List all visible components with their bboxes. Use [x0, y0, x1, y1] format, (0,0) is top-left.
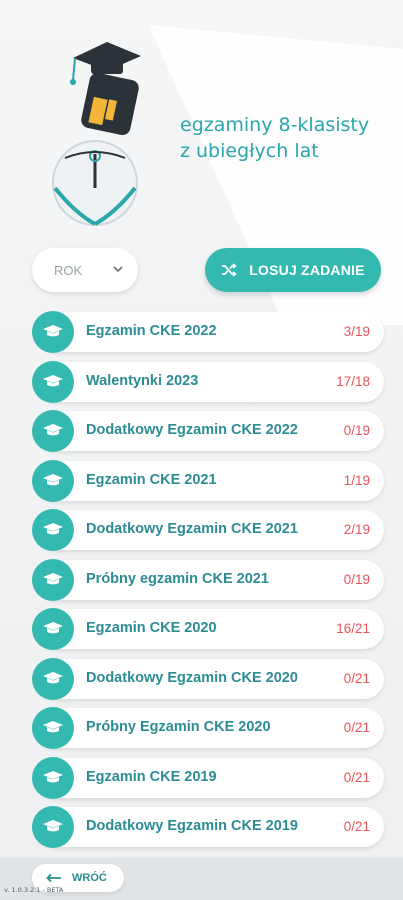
- back-label: WRÓĆ: [72, 872, 107, 884]
- exam-score: 2/19: [343, 522, 370, 537]
- random-task-button[interactable]: LOSUJ ZADANIE: [205, 248, 381, 292]
- graduation-cap-icon: [32, 756, 74, 799]
- exam-name: Dodatkowy Egzamin CKE 2020: [86, 669, 298, 686]
- exam-list-item[interactable]: Walentynki 2023 17/18: [32, 360, 384, 403]
- exam-list-item[interactable]: Dodatkowy Egzamin CKE 2022 0/19: [32, 410, 384, 452]
- graduation-cap-icon: [32, 360, 74, 403]
- exam-name: Egzamin CKE 2021: [86, 471, 217, 488]
- exam-score: 0/21: [343, 720, 370, 735]
- shuffle-icon: [222, 263, 238, 277]
- exam-name: Dodatkowy Egzamin CKE 2022: [86, 422, 298, 438]
- graduation-cap-icon: [32, 509, 74, 551]
- exam-name: Dodatkowy Egzamin CKE 2019: [86, 818, 298, 834]
- exam-score: 0/21: [343, 819, 370, 834]
- exam-name: Próbny egzamin CKE 2021: [86, 570, 269, 587]
- exam-name: Walentynki 2023: [86, 372, 199, 389]
- exam-score: 0/19: [343, 423, 370, 438]
- year-select-value: ROK: [54, 262, 83, 278]
- graduation-cap-icon: [32, 459, 74, 502]
- exam-score: 17/18: [336, 373, 370, 389]
- graduation-cap-icon: [32, 707, 74, 749]
- graduation-cap-icon: [32, 657, 74, 700]
- exam-score: 0/19: [343, 571, 370, 587]
- graduation-cap-icon: [32, 558, 74, 601]
- version-label: v. 1.0.3.2.1 - BETA: [4, 886, 64, 894]
- exam-list-item[interactable]: Egzamin CKE 2020 16/21: [32, 608, 384, 650]
- page-title-line2: z ubiegłych lat: [180, 140, 319, 162]
- exam-list-item[interactable]: Dodatkowy Egzamin CKE 2019 0/21: [32, 806, 384, 848]
- exam-list-item[interactable]: Dodatkowy Egzamin CKE 2020 0/21: [32, 657, 384, 700]
- exam-list-item[interactable]: Egzamin CKE 2022 3/19: [32, 311, 384, 353]
- exam-list-item[interactable]: Próbny egzamin CKE 2021 0/19: [32, 558, 384, 601]
- robot-mascot-illustration: [52, 42, 141, 226]
- exam-list: Egzamin CKE 2022 3/19 Walentynki 2023 17/18…: [32, 311, 384, 857]
- graduation-cap-icon: [32, 806, 74, 848]
- exam-list-item[interactable]: Dodatkowy Egzamin CKE 2021 2/19: [32, 509, 384, 551]
- graduation-cap-icon: [32, 311, 74, 353]
- page-title: egzaminy 8-klasisty z ubiegłych lat: [180, 112, 390, 164]
- exam-name: Egzamin CKE 2020: [86, 620, 217, 636]
- exam-list-item[interactable]: Próbny Egzamin CKE 2020 0/21: [32, 707, 384, 749]
- exam-score: 0/21: [343, 769, 370, 785]
- year-select[interactable]: ROK: [32, 248, 138, 292]
- random-task-label: LOSUJ ZADANIE: [249, 262, 365, 278]
- graduation-cap-icon: [32, 410, 74, 452]
- exam-name: Dodatkowy Egzamin CKE 2021: [86, 521, 298, 537]
- exam-score: 16/21: [336, 621, 370, 636]
- graduation-cap-icon: [32, 608, 74, 650]
- exam-score: 0/21: [343, 670, 370, 686]
- exam-name: Egzamin CKE 2019: [86, 768, 217, 785]
- exam-score: 1/19: [343, 472, 370, 488]
- chevron-down-icon: [113, 266, 123, 273]
- exam-list-item[interactable]: Egzamin CKE 2019 0/21: [32, 756, 384, 799]
- exam-name: Egzamin CKE 2022: [86, 323, 217, 339]
- page-title-line1: egzaminy 8-klasisty: [180, 114, 370, 136]
- exam-name: Próbny Egzamin CKE 2020: [86, 719, 271, 735]
- arrow-left-icon: [46, 873, 61, 883]
- exam-score: 3/19: [343, 324, 370, 339]
- exam-list-item[interactable]: Egzamin CKE 2021 1/19: [32, 459, 384, 502]
